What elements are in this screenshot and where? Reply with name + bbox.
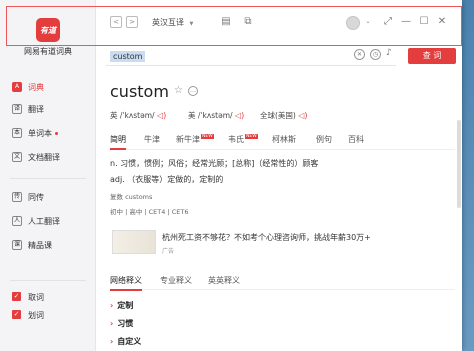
toolbar: < > 英汉互译 ▼ ▤ ⧉ ⌄ ⤢ — ☐ ✕ bbox=[96, 6, 462, 42]
sidebar-item-label: 同传 bbox=[28, 192, 44, 202]
avatar[interactable] bbox=[346, 16, 360, 30]
plural-form: 复数 customs bbox=[110, 193, 153, 201]
speaker-icon[interactable]: ◁) bbox=[235, 111, 244, 120]
app-window: 有道 网易有道词典 A 词典 译 翻译 本 单词本 文 文档翻译 传 同传 人 … bbox=[0, 0, 462, 351]
headword: custom bbox=[110, 82, 169, 101]
scrollbar[interactable] bbox=[457, 120, 461, 208]
phonetic-global: 全球(美国) ◁) bbox=[260, 110, 308, 121]
sidebar: 有道 网易有道词典 A 词典 译 翻译 本 单词本 文 文档翻译 传 同传 人 … bbox=[0, 0, 96, 351]
sidebar-divider bbox=[10, 280, 86, 281]
list-item-label: 习惯 bbox=[117, 319, 134, 328]
ad-text: 杭州死工资不够花？不如考个心理咨询师，挑战年薪30万+ bbox=[162, 233, 371, 242]
list-item[interactable]: › 习惯 bbox=[110, 318, 133, 329]
minimize-icon[interactable]: — bbox=[400, 16, 412, 28]
quick-lookup-label: 取词 bbox=[28, 293, 44, 302]
search-bar: custom ✕ ◷ ♪ 查 词 bbox=[106, 46, 456, 68]
back-button[interactable]: < bbox=[110, 16, 122, 28]
ad-label: 广告 bbox=[162, 248, 175, 255]
tab-oxford[interactable]: 牛津 bbox=[144, 134, 160, 145]
app-logo: 有道 bbox=[36, 18, 60, 42]
chevron-down-icon: ▼ bbox=[189, 21, 194, 27]
screenshot-icon[interactable]: ⧉ bbox=[242, 16, 254, 28]
phonetic-global-label: 全球(美国) bbox=[260, 111, 296, 120]
tab-new-oxford[interactable]: 新牛津 NEW bbox=[176, 134, 214, 145]
tab-english-meanings[interactable]: 英英释义 bbox=[208, 275, 240, 286]
chevron-right-icon: › bbox=[110, 337, 114, 346]
star-icon[interactable]: ☆ bbox=[174, 85, 183, 96]
chevron-right-icon: › bbox=[110, 301, 114, 310]
sidebar-item-label: 单词本 bbox=[28, 128, 52, 138]
history-icon[interactable]: ◷ bbox=[370, 49, 381, 60]
close-icon[interactable]: ✕ bbox=[436, 16, 448, 28]
chevron-right-icon: › bbox=[110, 319, 114, 328]
sidebar-item-courses[interactable]: 课 精品课 bbox=[0, 234, 96, 256]
forward-button[interactable]: > bbox=[126, 16, 138, 28]
sidebar-item-label: 文档翻译 bbox=[28, 152, 60, 162]
language-mode-label: 英汉互译 bbox=[152, 18, 184, 27]
sidebar-item-label: 翻译 bbox=[28, 104, 44, 114]
definition-adj: adj. （衣服等）定做的，定制的 bbox=[110, 175, 224, 184]
sidebar-item-wordbook[interactable]: 本 单词本 bbox=[0, 122, 96, 144]
new-badge: NEW bbox=[201, 134, 214, 139]
app-name: 网易有道词典 bbox=[24, 47, 72, 56]
document-tool-icon[interactable]: ▤ bbox=[220, 16, 232, 28]
tab-encyclopedia[interactable]: 百科 bbox=[348, 134, 364, 145]
phonetic-us-label: 美 /ˈkʌstəm/ bbox=[188, 111, 233, 120]
tab-collins[interactable]: 柯林斯 bbox=[272, 134, 296, 145]
ad-image bbox=[112, 230, 156, 254]
tab-examples[interactable]: 例句 bbox=[316, 134, 332, 145]
tab-webster[interactable]: 韦氏 NEW bbox=[228, 134, 258, 145]
sidebar-item-label: 精品课 bbox=[28, 240, 52, 250]
more-icon[interactable]: … bbox=[188, 86, 198, 96]
phonetic-uk: 英 /ˈkʌstəm/ ◁) bbox=[110, 110, 166, 121]
language-mode-select[interactable]: 英汉互译 ▼ bbox=[152, 17, 193, 28]
tab-professional-meanings[interactable]: 专业释义 bbox=[160, 275, 192, 286]
document-icon: 文 bbox=[12, 152, 22, 162]
search-input[interactable]: custom ✕ ◷ ♪ bbox=[106, 48, 396, 66]
sidebar-item-interpretation[interactable]: 传 同传 bbox=[0, 186, 96, 208]
translate-icon: 译 bbox=[12, 104, 22, 114]
tab-web-meanings[interactable]: 网络释义 bbox=[110, 275, 142, 291]
sidebar-item-dictionary[interactable]: A 词典 bbox=[0, 76, 96, 98]
list-item[interactable]: › 定制 bbox=[110, 300, 133, 311]
list-item[interactable]: › 自定义 bbox=[110, 336, 141, 347]
phonetic-us: 美 /ˈkʌstəm/ ◁) bbox=[188, 110, 244, 121]
sidebar-item-translate[interactable]: 译 翻译 bbox=[0, 98, 96, 120]
microphone-icon[interactable]: ♪ bbox=[386, 48, 392, 58]
new-badge: NEW bbox=[245, 134, 258, 139]
mini-mode-icon[interactable]: ⤢ bbox=[382, 16, 394, 28]
sidebar-item-human-translate[interactable]: 人 人工翻译 bbox=[0, 210, 96, 232]
tab-label: 韦氏 bbox=[228, 135, 244, 144]
select-lookup-label: 划词 bbox=[28, 311, 44, 320]
wordbook-icon: 本 bbox=[12, 128, 22, 138]
chevron-down-icon[interactable]: ⌄ bbox=[362, 16, 374, 28]
clear-icon[interactable]: ✕ bbox=[354, 49, 365, 60]
dictionary-icon: A bbox=[12, 82, 22, 92]
list-item-label: 自定义 bbox=[117, 337, 142, 346]
definition-noun: n. 习惯，惯例；风俗；经常光顾；[总称]（经常性的）顾客 bbox=[110, 159, 319, 168]
meaning-tabs: 网络释义 专业释义 英英释义 bbox=[110, 274, 455, 291]
speaker-icon[interactable]: ◁) bbox=[157, 111, 166, 120]
search-button[interactable]: 查 词 bbox=[408, 48, 456, 64]
quick-lookup-checkbox[interactable]: ✓ bbox=[12, 292, 21, 301]
dictionary-tabs: 简明 牛津 新牛津 NEW 韦氏 NEW 柯林斯 例句 百科 bbox=[110, 132, 455, 150]
phonetic-uk-label: 英 /ˈkʌstəm/ bbox=[110, 111, 155, 120]
sidebar-item-doc-translate[interactable]: 文 文档翻译 bbox=[0, 146, 96, 168]
tab-concise[interactable]: 简明 bbox=[110, 134, 126, 150]
notification-dot bbox=[55, 131, 58, 135]
sidebar-divider bbox=[10, 178, 86, 179]
maximize-icon[interactable]: ☐ bbox=[418, 16, 430, 28]
tab-label: 新牛津 bbox=[176, 135, 200, 144]
select-lookup-checkbox[interactable]: ✓ bbox=[12, 310, 21, 319]
exam-levels: 初中 | 高中 | CET4 | CET6 bbox=[110, 208, 189, 216]
speaker-icon[interactable]: ◁) bbox=[298, 111, 307, 120]
sidebar-item-label: 人工翻译 bbox=[28, 216, 60, 226]
search-input-value: custom bbox=[110, 51, 146, 62]
list-item-label: 定制 bbox=[117, 301, 134, 310]
sidebar-item-label: 词典 bbox=[28, 82, 44, 92]
courses-icon: 课 bbox=[12, 240, 22, 250]
ad-banner[interactable]: 杭州死工资不够花？不如考个心理咨询师，挑战年薪30万+ 广告 bbox=[110, 228, 455, 256]
interpretation-icon: 传 bbox=[12, 192, 22, 202]
human-translate-icon: 人 bbox=[12, 216, 22, 226]
